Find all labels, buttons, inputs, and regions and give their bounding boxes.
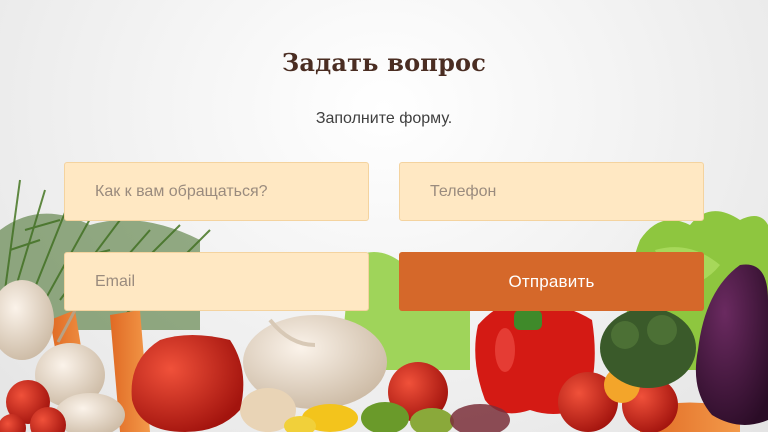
- submit-button[interactable]: Отправить: [399, 252, 704, 311]
- form-title: Задать вопрос: [281, 48, 487, 77]
- name-input[interactable]: [64, 162, 369, 221]
- phone-input[interactable]: [399, 162, 704, 221]
- form-subtitle: Заполните форму.: [315, 110, 453, 127]
- email-input[interactable]: [64, 252, 369, 311]
